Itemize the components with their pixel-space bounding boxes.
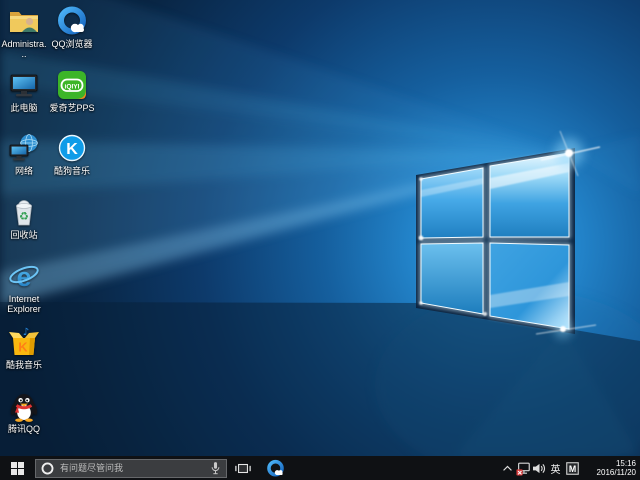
user-folder-icon: [8, 5, 40, 37]
internet-explorer-icon: e: [8, 260, 40, 292]
clock-date: 2016/11/20: [580, 468, 636, 477]
volume-button[interactable]: [531, 456, 547, 480]
speaker-icon: [532, 462, 547, 475]
desktop-icon-this-pc[interactable]: 此电脑: [1, 69, 47, 113]
desktop-icon-label: QQ浏览器: [51, 39, 92, 49]
desktop-icon-label: 腾讯QQ: [8, 424, 40, 434]
qq-browser-icon: [266, 459, 285, 478]
windows-10-desktop: { "desktop": { "icons": [ {"id": "admini…: [0, 0, 640, 480]
svg-text:iQIYI: iQIYI: [64, 83, 79, 90]
microphone-icon[interactable]: [210, 461, 221, 476]
desktop-icon-label: 酷狗音乐: [54, 166, 90, 176]
taskbar: 英 M 15:16 2016/11/20: [0, 456, 640, 480]
svg-text:K: K: [66, 141, 78, 158]
computer-icon: [8, 69, 40, 101]
desktop-icon-label: Internet Explorer: [1, 294, 47, 314]
desktop-icon-kuwo-music[interactable]: K ♪ 酷我音乐: [1, 326, 47, 370]
ime-mode-indicator[interactable]: M: [564, 456, 580, 480]
desktop-icon-label: 此电脑: [10, 103, 37, 113]
tencent-qq-penguin-icon: [8, 390, 40, 422]
iqiyi-icon: iQIYI: [56, 69, 88, 101]
desktop[interactable]: Administra... QQ浏览器 此电脑: [0, 0, 640, 456]
desktop-icon-recycle-bin[interactable]: ♻ 回收站: [1, 196, 47, 240]
system-tray: 英 M 15:16 2016/11/20: [499, 456, 640, 480]
wallpaper-windows-hero: [0, 0, 640, 456]
desktop-icon-label: 酷我音乐: [6, 360, 42, 370]
kuwo-music-icon: K ♪: [8, 326, 40, 358]
taskbar-app-qq-browser[interactable]: [259, 456, 291, 480]
chevron-up-icon: [502, 463, 513, 473]
qq-browser-icon: [56, 5, 88, 37]
taskbar-search-box[interactable]: [35, 459, 227, 478]
desktop-icon-label: 回收站: [10, 230, 37, 240]
svg-text:♻: ♻: [19, 210, 29, 223]
network-status-button[interactable]: [515, 456, 531, 480]
desktop-icon-administrator[interactable]: Administra...: [1, 5, 47, 59]
network-globe-icon: [8, 132, 40, 164]
desktop-icon-internet-explorer[interactable]: e Internet Explorer: [1, 260, 47, 314]
network-disconnected-icon: [516, 461, 531, 476]
task-view-button[interactable]: [227, 456, 259, 480]
windows-start-icon: [11, 462, 24, 475]
clock-time: 15:16: [580, 459, 636, 468]
desktop-icon-label: Administra...: [1, 39, 47, 59]
start-button[interactable]: [0, 456, 34, 480]
desktop-icon-network[interactable]: 网络: [1, 132, 47, 176]
recycle-bin-icon: ♻: [8, 196, 40, 228]
desktop-icon-label: 网络: [15, 166, 33, 176]
ime-language-indicator[interactable]: 英: [547, 456, 564, 480]
kugou-music-icon: K: [56, 132, 88, 164]
desktop-icon-iqiyi-pps[interactable]: iQIYI 爱奇艺PPS: [49, 69, 95, 113]
task-view-icon: [235, 462, 251, 475]
svg-text:♪: ♪: [23, 327, 29, 338]
svg-text:K: K: [18, 340, 28, 355]
taskbar-clock[interactable]: 15:16 2016/11/20: [580, 456, 640, 480]
desktop-icon-tencent-qq[interactable]: 腾讯QQ: [1, 390, 47, 434]
svg-text:M: M: [568, 463, 575, 473]
desktop-icon-label: 爱奇艺PPS: [49, 103, 94, 113]
cortana-icon: [41, 462, 54, 475]
search-input[interactable]: [54, 463, 210, 473]
desktop-icon-kugou-music[interactable]: K 酷狗音乐: [49, 132, 95, 176]
show-hidden-icons-button[interactable]: [499, 456, 515, 480]
ime-mode-icon: M: [566, 462, 579, 475]
desktop-icon-qq-browser[interactable]: QQ浏览器: [49, 5, 95, 49]
